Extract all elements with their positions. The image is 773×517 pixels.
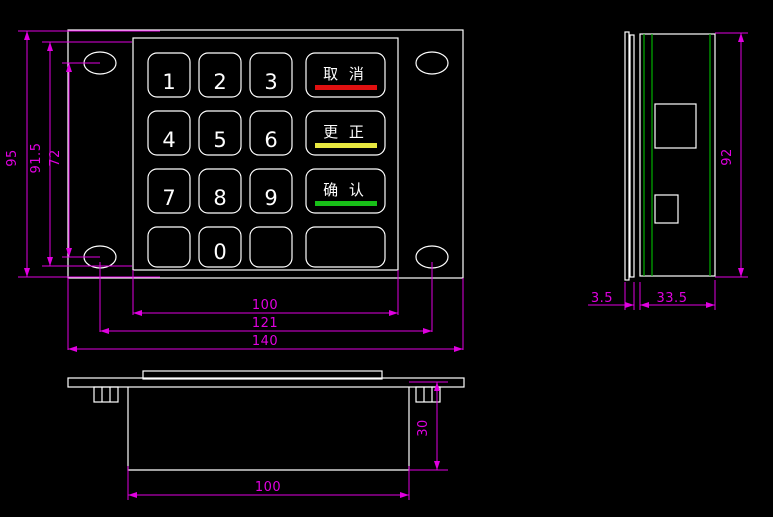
dim-label-height-mid: 91.5 [29, 143, 44, 174]
dim-label-bezel-thickness: 3.5 [591, 291, 613, 306]
dim-label-body-depth: 33.5 [657, 291, 688, 306]
key-3-label: 3 [264, 70, 277, 94]
cad-drawing-canvas: 1 2 3 取 消 4 5 6 更 正 7 8 9 确 认 0 95 91.5 … [0, 0, 773, 517]
key-2-label: 2 [213, 70, 226, 94]
key-enter-label: 确 认 [323, 181, 367, 199]
key-correct-underline [315, 143, 377, 148]
key-9-label: 9 [264, 186, 277, 210]
key-enter-underline [315, 201, 377, 206]
dim-label-width-mid: 121 [252, 316, 278, 331]
dim-label-height-outer: 95 [5, 149, 20, 167]
key-cancel-underline [315, 85, 377, 90]
dim-label-width-outer: 140 [252, 334, 278, 349]
dim-label-width-plate: 100 [252, 298, 278, 313]
key-cancel-label: 取 消 [323, 65, 367, 83]
key-5-label: 5 [213, 128, 226, 152]
dim-label-bottom-width: 100 [255, 480, 281, 495]
key-0-label: 0 [213, 240, 226, 264]
key-6-label: 6 [264, 128, 277, 152]
dim-label-side-height: 92 [720, 148, 735, 166]
key-7-label: 7 [162, 186, 175, 210]
key-4-label: 4 [162, 128, 175, 152]
key-8-label: 8 [213, 186, 226, 210]
key-1-label: 1 [162, 70, 175, 94]
dim-label-hole-spacing: 72 [48, 149, 63, 167]
dim-label-bottom-depth: 30 [416, 419, 431, 437]
key-correct-label: 更 正 [323, 123, 367, 141]
